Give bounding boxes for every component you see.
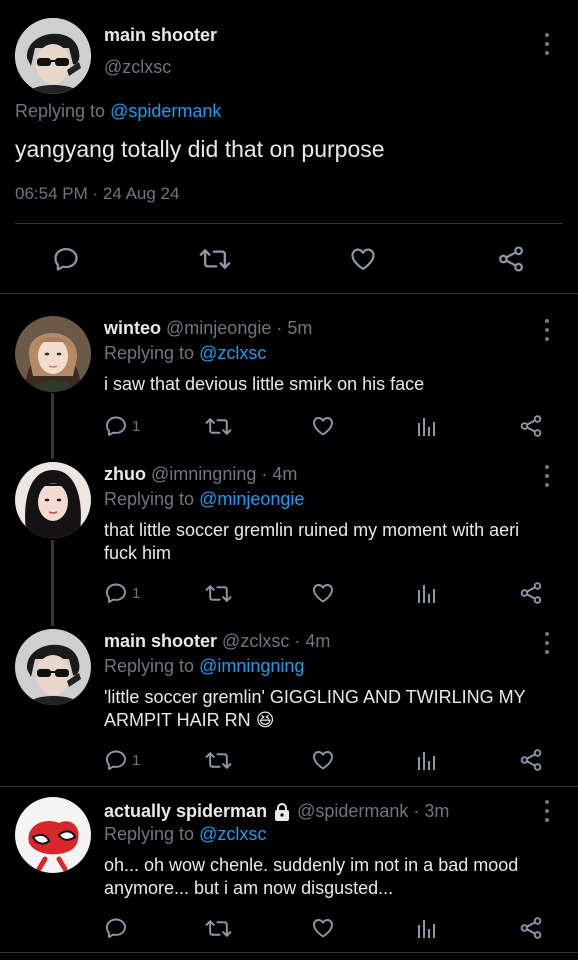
reply-icon[interactable] xyxy=(52,245,80,273)
avatar[interactable] xyxy=(15,462,91,538)
like-icon[interactable] xyxy=(311,581,335,605)
share-icon[interactable] xyxy=(519,581,543,605)
reply-action[interactable]: 1 xyxy=(104,414,140,438)
avatar-image xyxy=(15,797,91,873)
avatar-image xyxy=(15,462,91,538)
reply-count: 1 xyxy=(132,417,141,435)
tweet-timestamp[interactable]: 06:54 PM · 24 Aug 24 xyxy=(15,184,179,204)
like-icon[interactable] xyxy=(349,245,377,273)
reply-text: i saw that devious little smirk on his f… xyxy=(104,374,425,394)
share-icon[interactable] xyxy=(519,414,543,438)
replying-to-link[interactable]: @zclxsc xyxy=(199,824,266,844)
share-icon[interactable] xyxy=(497,245,525,273)
avatar[interactable] xyxy=(15,797,91,873)
reply-time[interactable]: · 4m xyxy=(261,464,297,484)
author-name[interactable]: main shooter xyxy=(104,25,217,46)
retweet-icon[interactable] xyxy=(205,582,232,605)
replying-to-link[interactable]: @zclxsc xyxy=(199,343,266,363)
retweet-icon[interactable] xyxy=(205,415,232,438)
reply-count: 1 xyxy=(132,584,141,602)
reply-header: main shooter @zclxsc · 4m xyxy=(104,631,330,652)
reply-text: oh... oh wow chenle. suddenly im not in … xyxy=(104,855,519,898)
retweet-icon[interactable] xyxy=(205,917,232,940)
author-name[interactable]: zhuo xyxy=(104,464,146,484)
replying-to: Replying to @minjeongie xyxy=(104,489,304,510)
reply-text: that little soccer gremlin ruined my mom… xyxy=(104,520,520,563)
author-name[interactable]: winteo xyxy=(104,318,161,338)
share-icon[interactable] xyxy=(519,916,543,940)
analytics-icon[interactable] xyxy=(416,748,438,772)
replying-prefix: Replying to xyxy=(104,656,195,676)
retweet-icon[interactable] xyxy=(199,245,231,273)
analytics-icon[interactable] xyxy=(416,414,438,438)
avatar[interactable] xyxy=(15,316,91,392)
more-options-icon[interactable] xyxy=(543,33,551,55)
retweet-icon[interactable] xyxy=(205,749,232,772)
author-handle[interactable]: @minjeongie xyxy=(166,318,271,338)
reply-header: zhuo @imningning · 4m xyxy=(104,464,297,485)
divider xyxy=(0,293,578,294)
replying-to: Replying to @zclxsc xyxy=(104,343,266,364)
more-options-icon[interactable] xyxy=(543,465,551,487)
like-icon[interactable] xyxy=(311,414,335,438)
avatar-image xyxy=(15,18,91,94)
tweet-text: yangyang totally did that on purpose xyxy=(15,136,385,162)
reply-text-body: 'little soccer gremlin' GIGGLING AND TWI… xyxy=(104,687,526,730)
replying-to: Replying to @zclxsc xyxy=(104,824,266,845)
reply-action[interactable] xyxy=(104,916,132,940)
reply-header: winteo @minjeongie · 5m xyxy=(104,318,312,339)
reply-count: 1 xyxy=(132,751,141,769)
author-handle[interactable]: @zclxsc xyxy=(104,57,171,78)
more-options-icon[interactable] xyxy=(543,800,551,822)
replying-prefix: Replying to xyxy=(15,101,106,121)
replying-prefix: Replying to xyxy=(104,489,195,509)
replying-to: Replying to @imningning xyxy=(104,656,304,677)
replying-to-link[interactable]: @spidermank xyxy=(110,101,221,121)
reply-text: 'little soccer gremlin' GIGGLING AND TWI… xyxy=(104,686,544,732)
avatar-image xyxy=(15,316,91,392)
reply-header: actually spiderman @spidermank · 3m xyxy=(104,801,449,822)
replying-to: Replying to @spidermank xyxy=(15,101,221,122)
reply-icon[interactable] xyxy=(104,916,128,940)
avatar[interactable] xyxy=(15,629,91,705)
laughing-emoji: 😆 xyxy=(255,710,275,730)
replying-to-link[interactable]: @minjeongie xyxy=(199,489,304,509)
reply-icon[interactable] xyxy=(104,414,128,438)
thread-line xyxy=(51,393,54,459)
replying-prefix: Replying to xyxy=(104,824,195,844)
analytics-icon[interactable] xyxy=(416,916,438,940)
thread-line xyxy=(51,540,54,626)
reply-icon[interactable] xyxy=(104,748,128,772)
analytics-icon[interactable] xyxy=(416,581,438,605)
like-icon[interactable] xyxy=(311,916,335,940)
replying-to-link[interactable]: @imningning xyxy=(199,656,304,676)
replying-prefix: Replying to xyxy=(104,343,195,363)
reply-icon[interactable] xyxy=(104,581,128,605)
lock-icon xyxy=(272,802,292,822)
reply-action[interactable]: 1 xyxy=(104,581,140,605)
share-icon[interactable] xyxy=(519,748,543,772)
divider xyxy=(0,952,578,953)
author-handle[interactable]: @spidermank xyxy=(297,801,408,822)
author-handle[interactable]: @imningning xyxy=(151,464,256,484)
reply-time[interactable]: · 5m xyxy=(276,318,312,338)
author-name[interactable]: main shooter xyxy=(104,631,217,651)
more-options-icon[interactable] xyxy=(543,319,551,341)
avatar[interactable] xyxy=(15,18,91,94)
divider xyxy=(0,786,578,787)
like-icon[interactable] xyxy=(311,748,335,772)
avatar-image xyxy=(15,629,91,705)
reply-action[interactable]: 1 xyxy=(104,748,140,772)
author-name[interactable]: actually spiderman xyxy=(104,801,267,822)
author-handle[interactable]: @zclxsc xyxy=(222,631,289,651)
more-options-icon[interactable] xyxy=(543,632,551,654)
divider xyxy=(15,223,563,224)
reply-time[interactable]: · 4m xyxy=(294,631,330,651)
reply-time[interactable]: · 3m xyxy=(413,801,449,822)
